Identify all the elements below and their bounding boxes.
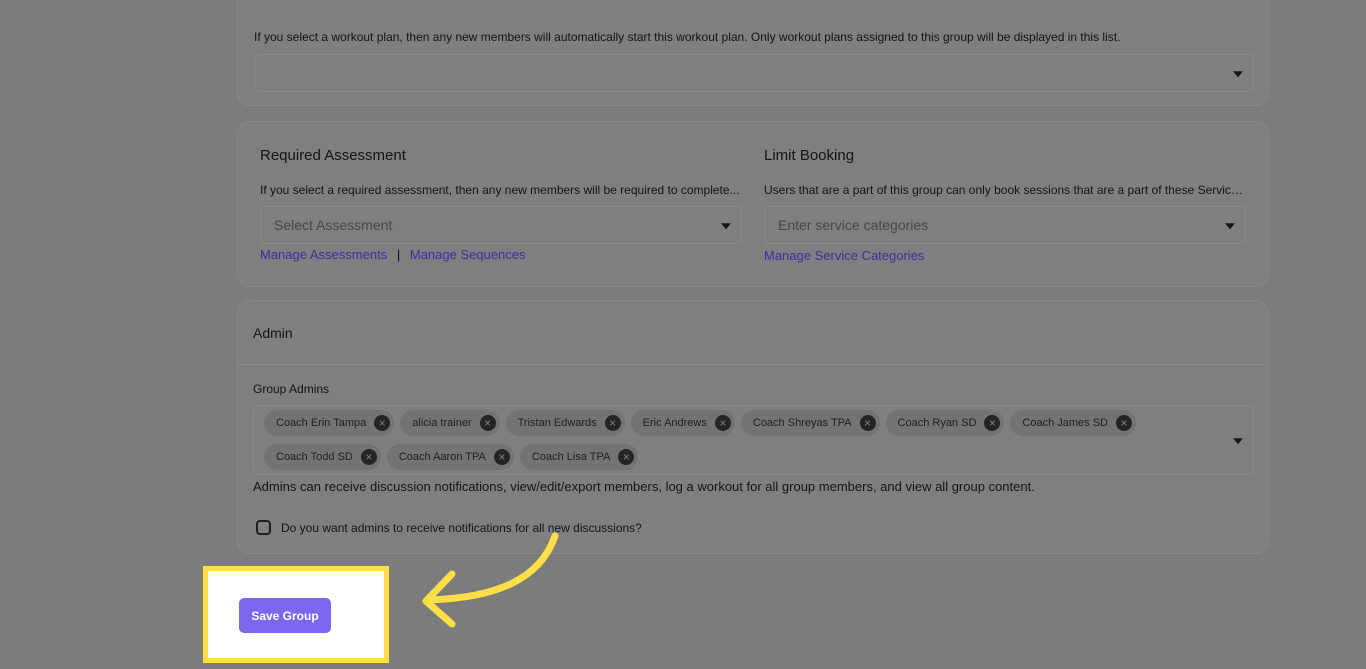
caret-down-icon (721, 223, 731, 230)
service-categories-placeholder: Enter service categories (778, 217, 929, 233)
close-circle-icon[interactable]: × (479, 415, 496, 431)
admin-chip-label: Tristan Edwards (517, 417, 597, 429)
workout-plan-card: If you select a workout plan, then any n… (237, 0, 1269, 106)
manage-service-categories-link[interactable]: Manage Service Categories (764, 248, 924, 263)
workout-plan-select[interactable] (254, 54, 1254, 92)
close-circle-icon[interactable]: × (374, 415, 391, 431)
notify-admins-label: Do you want admins to receive notificati… (281, 520, 642, 535)
admin-chip-label: Eric Andrews (642, 417, 707, 429)
admin-chip-label: Coach Ryan SD (897, 417, 977, 429)
admin-chips-row-2: Coach Todd SD × Coach Aaron TPA × Coach Lisa… (264, 444, 644, 470)
admin-chip: Eric Andrews × (630, 410, 735, 436)
manage-sequences-link[interactable]: Manage Sequences (410, 247, 526, 262)
group-admins-label: Group Admins (253, 382, 330, 396)
admin-chip: Coach Lisa TPA × (519, 444, 639, 470)
required-assessment-help-text: If you select a required assessment, the… (260, 183, 740, 197)
workout-plan-help-text: If you select a workout plan, then any n… (254, 30, 1121, 44)
assessment-select-placeholder: Select Assessment (274, 217, 393, 233)
limit-booking-help-text: Users that are a part of this group can … (764, 183, 1246, 197)
limit-booking-links: Manage Service Categories (764, 247, 924, 265)
admin-title: Admin (253, 325, 293, 341)
notify-admins-checkbox[interactable] (256, 520, 271, 535)
caret-down-icon (1233, 71, 1243, 78)
service-categories-select[interactable]: Enter service categories (764, 206, 1246, 244)
close-circle-icon[interactable]: × (604, 415, 621, 431)
close-circle-icon[interactable]: × (859, 415, 876, 431)
admin-chip: Coach Todd SD × (264, 444, 381, 470)
admin-chip-label: Coach Aaron TPA (398, 451, 486, 463)
close-circle-icon[interactable]: × (1115, 415, 1132, 431)
admin-chip-label: Coach James SD (1022, 417, 1108, 429)
close-circle-icon[interactable]: × (360, 449, 377, 465)
admin-chip-label: alicia trainer (412, 417, 472, 429)
assessment-select[interactable]: Select Assessment (260, 206, 742, 244)
caret-down-icon (1225, 223, 1235, 230)
manage-assessments-link[interactable]: Manage Assessments (260, 247, 387, 262)
assessment-links: Manage Assessments | Manage Sequences (260, 247, 525, 262)
required-assessment-title: Required Assessment (260, 147, 406, 164)
admin-chip: Tristan Edwards × (505, 410, 625, 436)
admin-chip: Coach James SD × (1010, 410, 1136, 436)
assessment-booking-card: Required Assessment If you select a requ… (237, 121, 1269, 287)
admin-description: Admins can receive discussion notificati… (253, 479, 1035, 494)
admin-chip: Coach Shreyas TPA × (740, 410, 880, 436)
close-circle-icon[interactable]: × (984, 415, 1001, 431)
link-separator: | (396, 247, 401, 262)
admin-chip: Coach Aaron TPA × (386, 444, 514, 470)
admin-chip-label: Coach Todd SD (276, 451, 353, 463)
close-circle-icon[interactable]: × (493, 449, 510, 465)
admin-chip-label: Coach Lisa TPA (531, 451, 611, 463)
close-circle-icon[interactable]: × (618, 449, 635, 465)
admin-chip-label: Coach Erin Tampa (276, 417, 367, 429)
notify-admins-option[interactable]: Do you want admins to receive notificati… (256, 520, 642, 535)
admin-chip-label: Coach Shreyas TPA (752, 417, 852, 429)
admin-divider (238, 364, 1268, 365)
save-group-button[interactable]: Save Group (239, 598, 331, 633)
group-admins-select[interactable]: Coach Erin Tampa × alicia trainer × Tristan … (253, 405, 1254, 475)
admin-card: Admin Group Admins Coach Erin Tampa × alic… (237, 300, 1269, 554)
admin-chip: Coach Erin Tampa × (264, 410, 395, 436)
admin-chips-row-1: Coach Erin Tampa × alicia trainer × Tristan … (264, 410, 1142, 436)
save-button-highlight: Save Group (203, 566, 389, 663)
caret-down-icon (1233, 438, 1243, 445)
admin-chip: Coach Ryan SD × (885, 410, 1005, 436)
close-circle-icon[interactable]: × (714, 415, 731, 431)
limit-booking-title: Limit Booking (764, 147, 855, 164)
admin-chip: alicia trainer × (400, 410, 500, 436)
